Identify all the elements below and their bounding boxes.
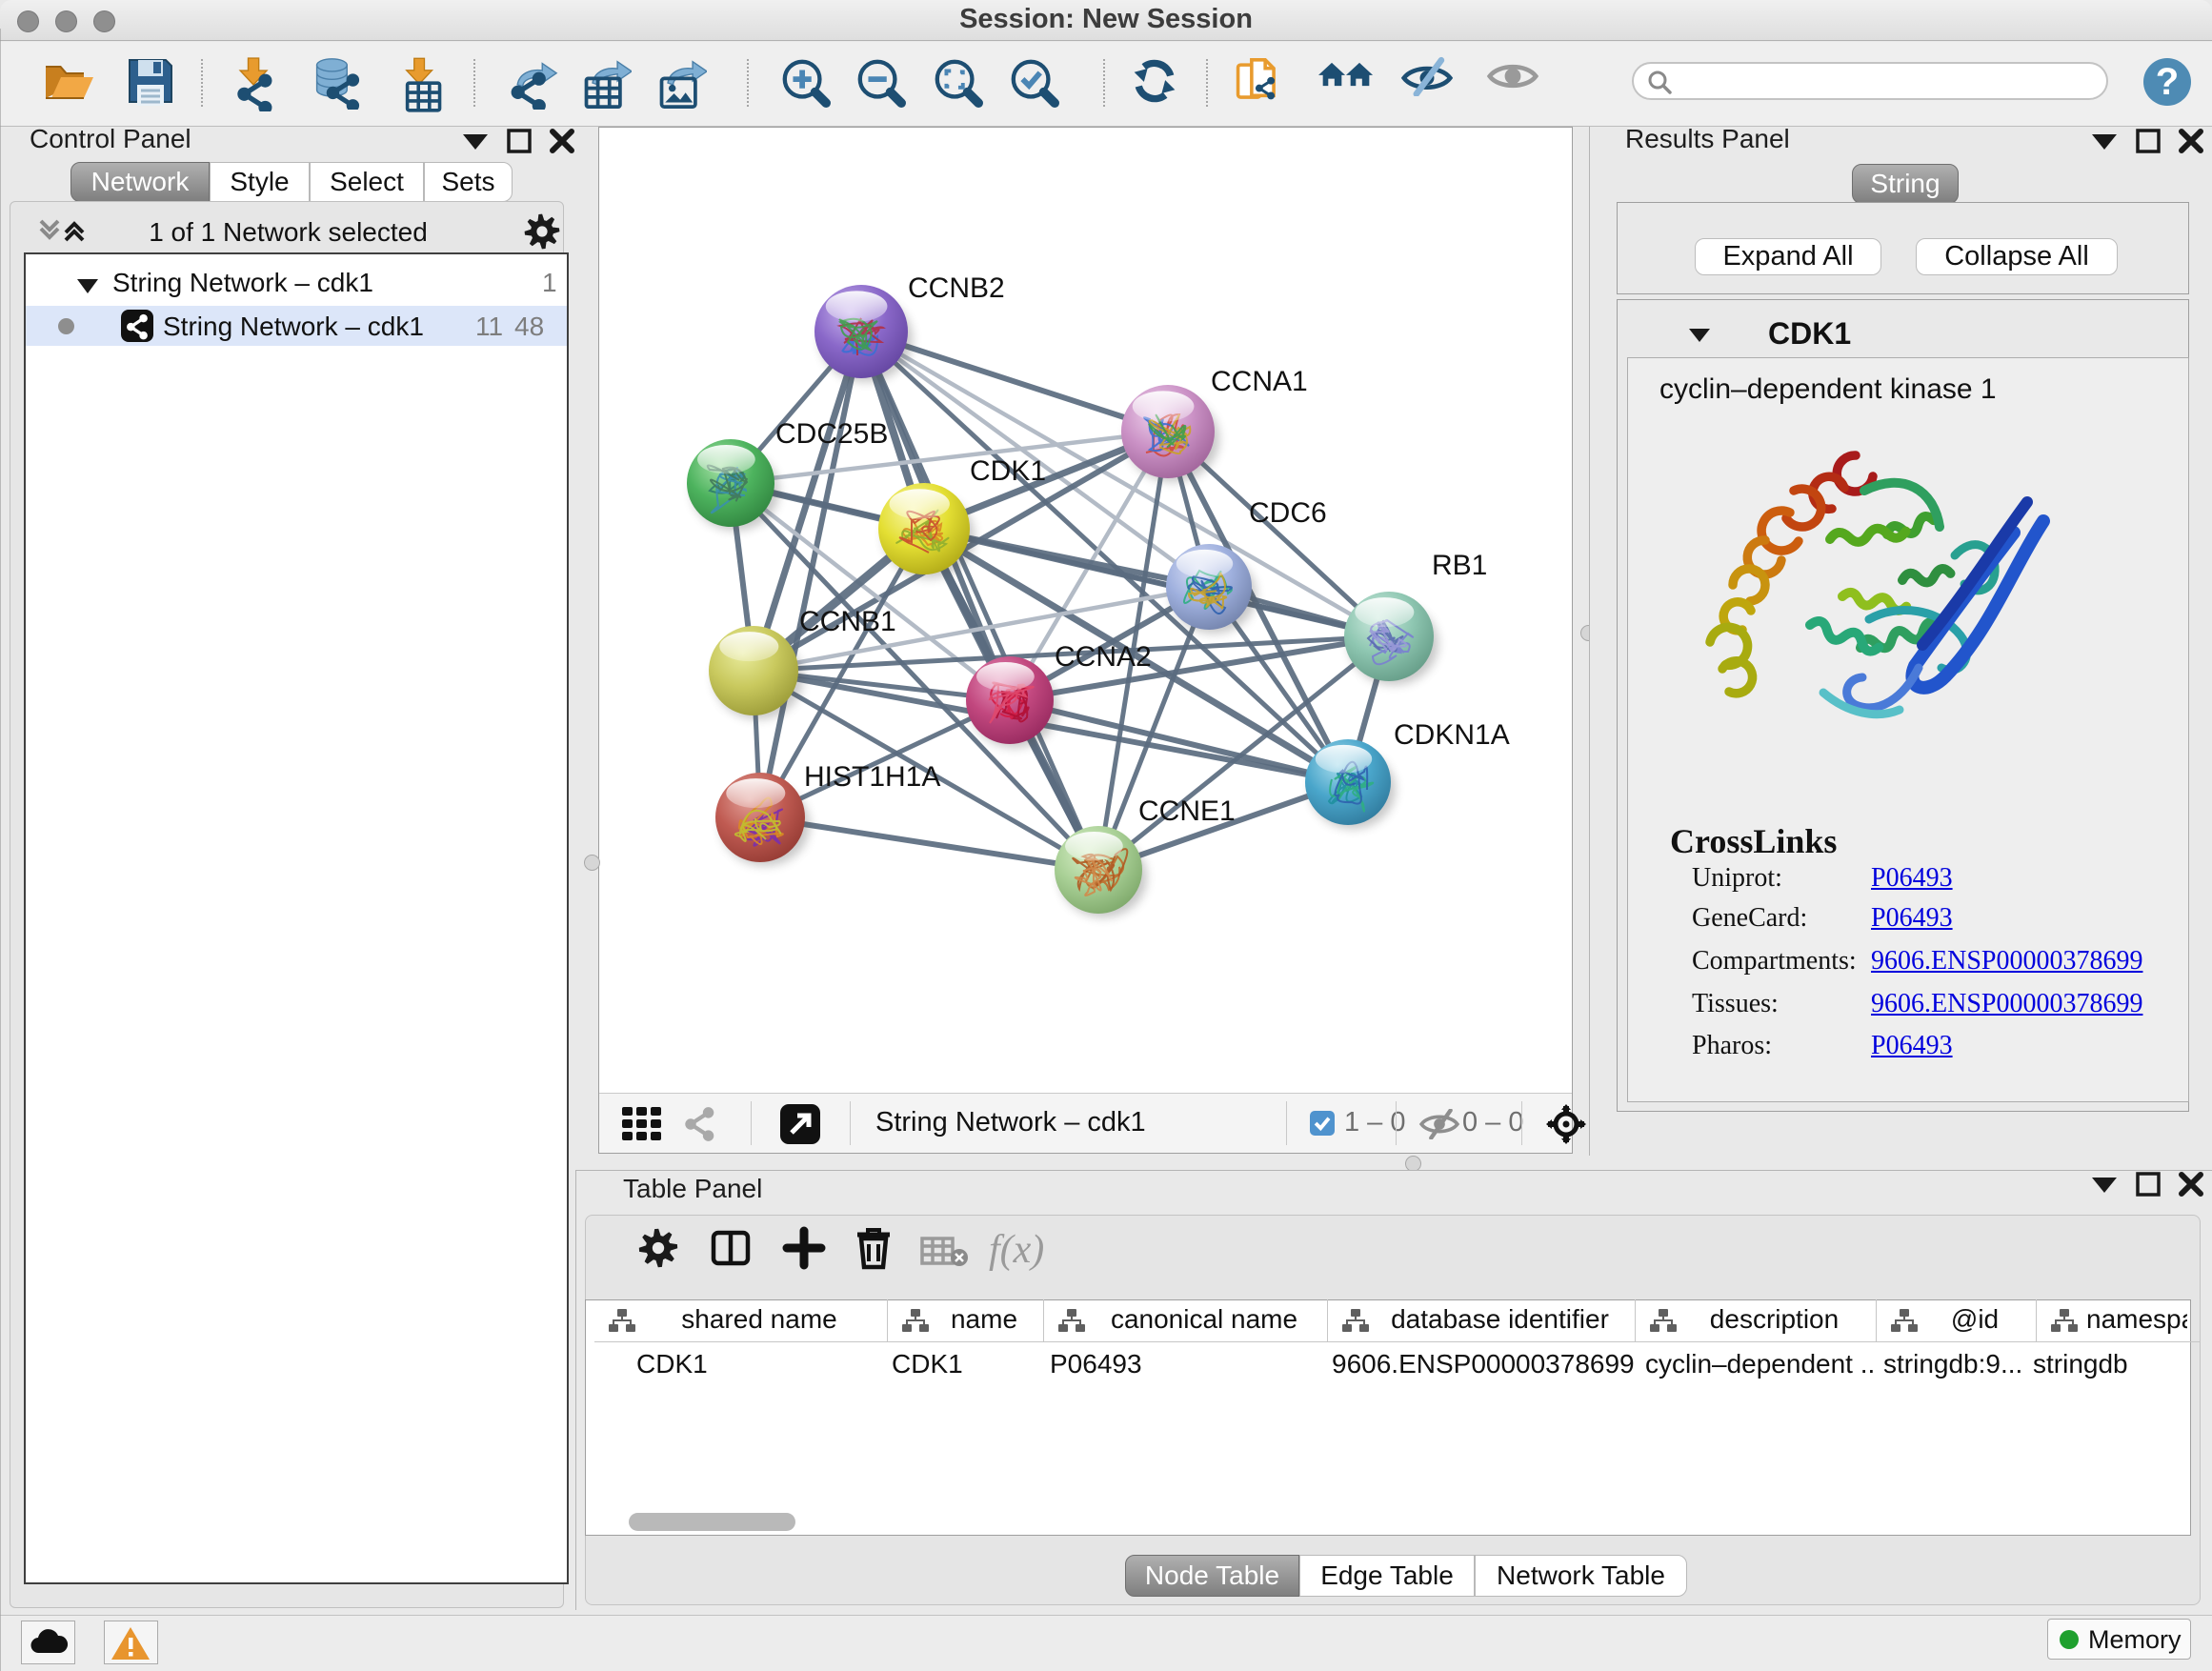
svg-text:CDK1: CDK1 (970, 455, 1046, 487)
svg-text:CCNB1: CCNB1 (799, 606, 896, 637)
svg-text:CDKN1A: CDKN1A (1394, 719, 1510, 751)
svg-text:RB1: RB1 (1432, 550, 1487, 581)
svg-text:HIST1H1A: HIST1H1A (804, 761, 940, 793)
svg-text:CDC25B: CDC25B (775, 418, 888, 450)
svg-text:CCNB2: CCNB2 (908, 272, 1005, 304)
svg-text:CCNA1: CCNA1 (1211, 366, 1308, 397)
svg-text:CCNA2: CCNA2 (1055, 641, 1152, 673)
svg-text:CCNE1: CCNE1 (1138, 795, 1236, 827)
svg-text:CDC6: CDC6 (1249, 497, 1327, 529)
